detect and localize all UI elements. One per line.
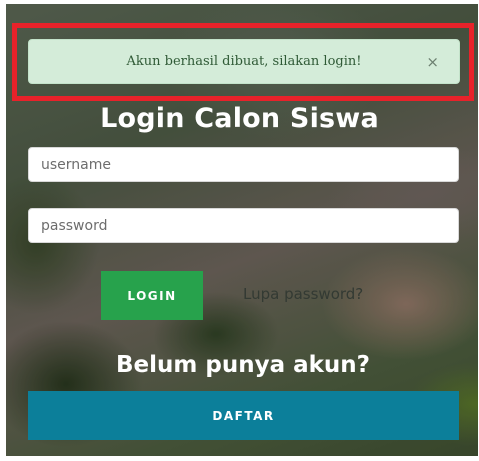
success-alert: Akun berhasil dibuat, silakan login! ×: [28, 39, 460, 84]
login-button[interactable]: LOGIN: [101, 271, 203, 320]
register-prompt: Belum punya akun?: [116, 352, 370, 378]
forgot-password-link[interactable]: Lupa password?: [243, 285, 363, 303]
page-title: Login Calon Siswa: [100, 103, 379, 134]
close-icon[interactable]: ×: [426, 52, 439, 72]
alert-message: Akun berhasil dibuat, silakan login!: [126, 54, 362, 69]
register-button[interactable]: DAFTAR: [28, 391, 459, 440]
username-input[interactable]: [28, 147, 459, 182]
password-input[interactable]: [28, 208, 459, 243]
